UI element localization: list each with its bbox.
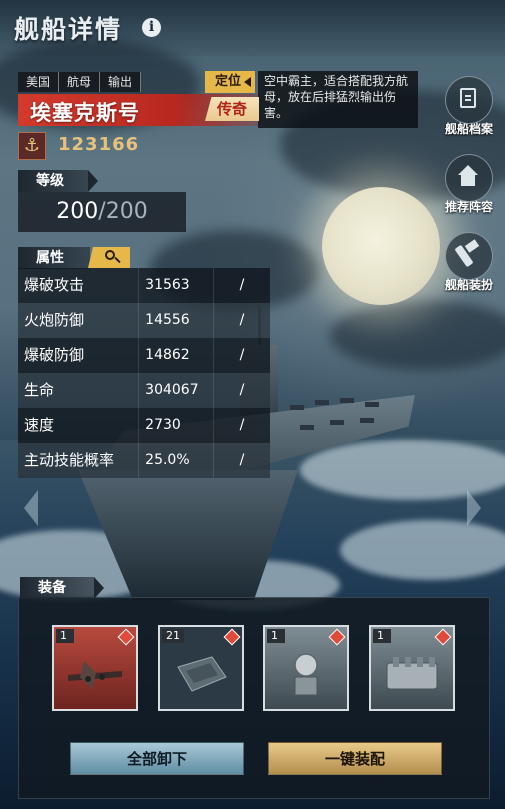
- attribute-value: 31563: [139, 268, 214, 303]
- tag-nation: 美国: [18, 72, 60, 92]
- anchor-icon: ⚓: [23, 135, 41, 156]
- next-ship-arrow-icon[interactable]: [467, 490, 481, 526]
- attributes-table: 爆破攻击 31563 / 火炮防御 14556 / 爆破防御 14862 / 生…: [18, 268, 270, 478]
- ship-id: 123166: [58, 134, 140, 155]
- item-count: 1: [373, 629, 391, 643]
- attribute-bonus: /: [239, 312, 245, 328]
- attribute-value: 25.0%: [139, 443, 214, 478]
- recommended-lineup-button[interactable]: 推荐阵容: [443, 154, 495, 215]
- armor-plate-icon: [177, 656, 227, 692]
- file-icon: [460, 88, 476, 108]
- level-max: 200: [105, 199, 148, 224]
- tag-type: 航母: [59, 72, 101, 92]
- faction-badge: ⚓: [18, 132, 46, 160]
- level-separator: /: [98, 199, 106, 224]
- equipment-slot-4[interactable]: 1: [369, 625, 455, 711]
- attribute-bonus: /: [239, 382, 245, 398]
- ship-description: 空中霸主，适合搭配我方航母，放在后排猛烈输出伤害。: [258, 71, 418, 128]
- attribute-value: 2730: [139, 408, 214, 443]
- radar-dish-icon: [294, 653, 318, 696]
- upgrade-diamond-icon: [117, 628, 135, 646]
- upgrade-diamond-icon: [434, 628, 452, 646]
- level-display: 200/200: [18, 192, 186, 232]
- moon: [322, 187, 440, 305]
- caret-left-icon: [244, 77, 251, 87]
- attribute-name: 火炮防御: [18, 303, 140, 338]
- ship-archive-button[interactable]: 舰船档案: [443, 76, 495, 137]
- equipment-slot-2[interactable]: 21: [158, 625, 244, 711]
- attribute-name: 生命: [18, 373, 140, 408]
- attribute-name: 速度: [18, 408, 140, 443]
- attribute-value: 304067: [139, 373, 214, 408]
- attribute-name: 爆破攻击: [18, 268, 140, 303]
- attribute-row: 爆破攻击 31563 /: [18, 268, 270, 303]
- info-icon[interactable]: i: [142, 18, 161, 37]
- page-title: 舰船详情: [14, 15, 123, 44]
- level-section-label: 等级: [18, 170, 98, 192]
- attribute-detail-button[interactable]: [88, 247, 130, 268]
- attribute-name: 爆破防御: [18, 338, 140, 373]
- unequip-all-button[interactable]: 全部卸下: [70, 742, 244, 775]
- level-current: 200: [56, 199, 99, 224]
- equipment-slot-1[interactable]: 1: [52, 625, 138, 711]
- rarity-badge: 传奇: [205, 97, 259, 121]
- item-count: 1: [267, 629, 285, 643]
- auto-equip-button[interactable]: 一键装配: [268, 742, 442, 775]
- upgrade-diamond-icon: [223, 628, 241, 646]
- attributes-label: 属性: [36, 250, 64, 266]
- attribute-row: 速度 2730 /: [18, 408, 270, 443]
- prev-ship-arrow-icon[interactable]: [24, 490, 38, 526]
- attribute-bonus: /: [239, 277, 245, 293]
- attribute-row: 火炮防御 14556 /: [18, 303, 270, 338]
- top-bar: 舰船详情 i: [0, 0, 505, 56]
- attribute-name: 主动技能概率: [18, 443, 140, 478]
- tag-role: 输出: [100, 72, 142, 92]
- item-count: 21: [162, 629, 184, 643]
- attribute-bonus: /: [239, 417, 245, 433]
- locate-label: 定位: [215, 74, 242, 89]
- attribute-bonus: /: [239, 347, 245, 363]
- engine-icon: [386, 657, 438, 690]
- item-count: 1: [56, 629, 74, 643]
- ship-tags: 美国 航母 输出: [18, 72, 142, 92]
- attribute-value: 14556: [139, 303, 214, 338]
- locate-button[interactable]: 定位: [205, 71, 255, 93]
- ship-skin-button[interactable]: 舰船装扮: [443, 232, 495, 293]
- ship-name: 埃塞克斯号: [30, 101, 140, 125]
- bomber-aircraft-icon: [68, 661, 122, 689]
- attribute-value: 14862: [139, 338, 214, 373]
- equipment-section-label: 装备: [20, 577, 104, 599]
- attributes-section-label: 属性: [18, 247, 90, 269]
- upgrade-diamond-icon: [328, 628, 346, 646]
- attribute-row: 生命 304067 /: [18, 373, 270, 408]
- level-label: 等级: [36, 173, 64, 189]
- attribute-row: 爆破防御 14862 /: [18, 338, 270, 373]
- equipment-label: 装备: [38, 580, 66, 596]
- attribute-row: 主动技能概率 25.0% /: [18, 443, 270, 478]
- equipment-slot-3[interactable]: 1: [263, 625, 349, 711]
- home-icon: [458, 165, 478, 175]
- attribute-bonus: /: [239, 452, 245, 468]
- search-icon: [105, 250, 115, 260]
